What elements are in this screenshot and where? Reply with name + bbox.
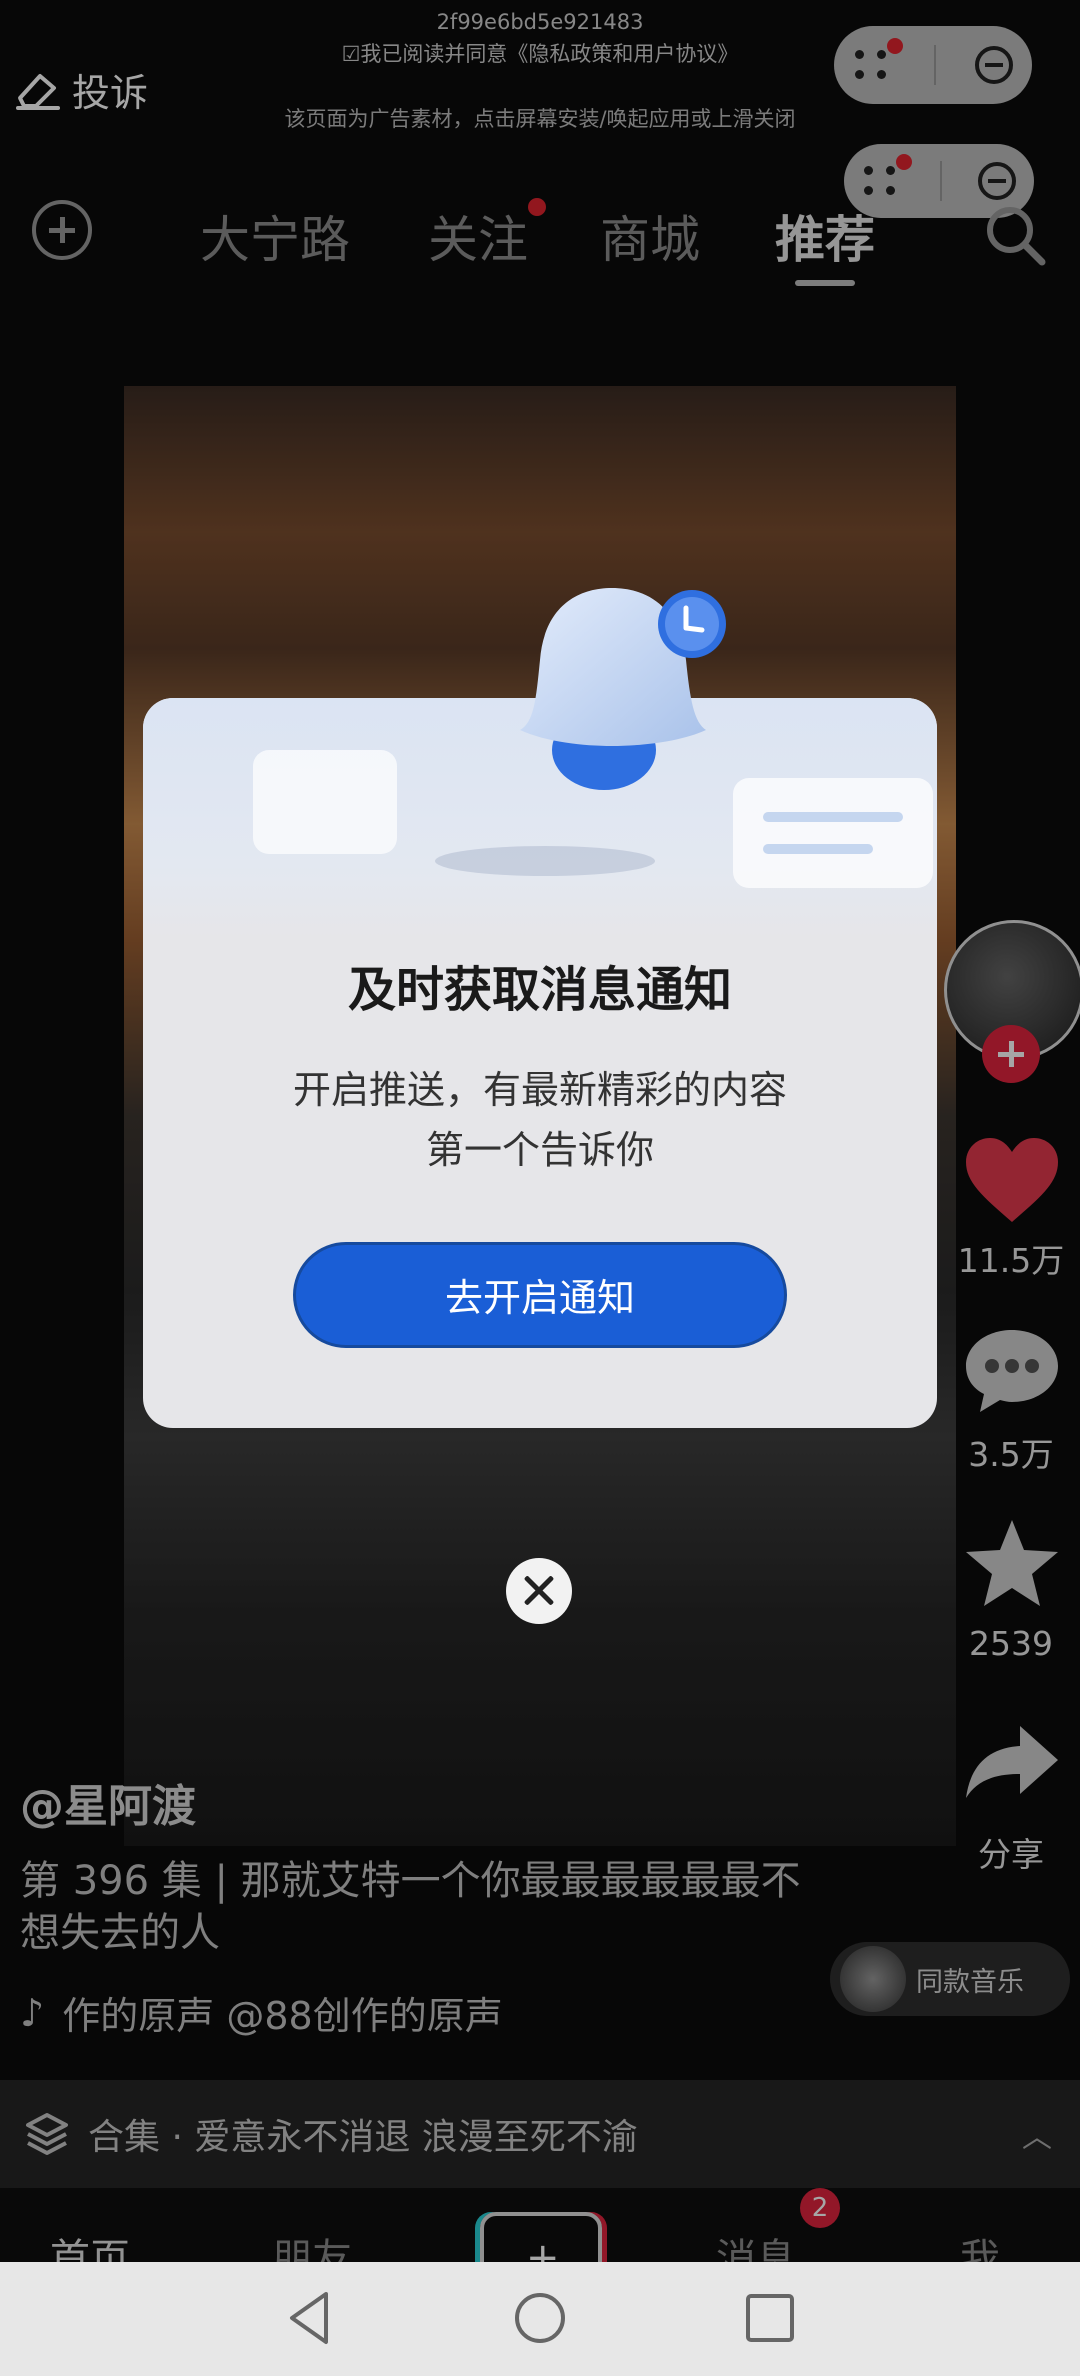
dialog-title: 及时获取消息通知 (347, 962, 732, 1018)
system-nav-bar (0, 2262, 1080, 2376)
close-dialog-button[interactable] (506, 1558, 572, 1624)
home-icon[interactable] (512, 2290, 568, 2346)
dialog-body: 开启推送，有最新精彩的内容 第一个告诉你 (143, 1060, 937, 1180)
decorative-line (763, 844, 873, 854)
decorative-card (733, 778, 933, 888)
recents-icon[interactable] (744, 2292, 796, 2344)
bell-icon (520, 588, 726, 790)
bell-shadow (435, 846, 655, 876)
dialog-body-line1: 开启推送，有最新精彩的内容 (292, 1068, 787, 1112)
decorative-line (763, 812, 903, 822)
enable-notifications-button[interactable]: 去开启通知 (293, 1242, 787, 1348)
dialog-body-line2: 第一个告诉你 (425, 1128, 654, 1172)
back-icon[interactable] (282, 2288, 336, 2348)
decorative-card (253, 750, 397, 854)
notification-permission-dialog: 及时获取消息通知 开启推送，有最新精彩的内容 第一个告诉你 去开启通知 (143, 698, 937, 1428)
